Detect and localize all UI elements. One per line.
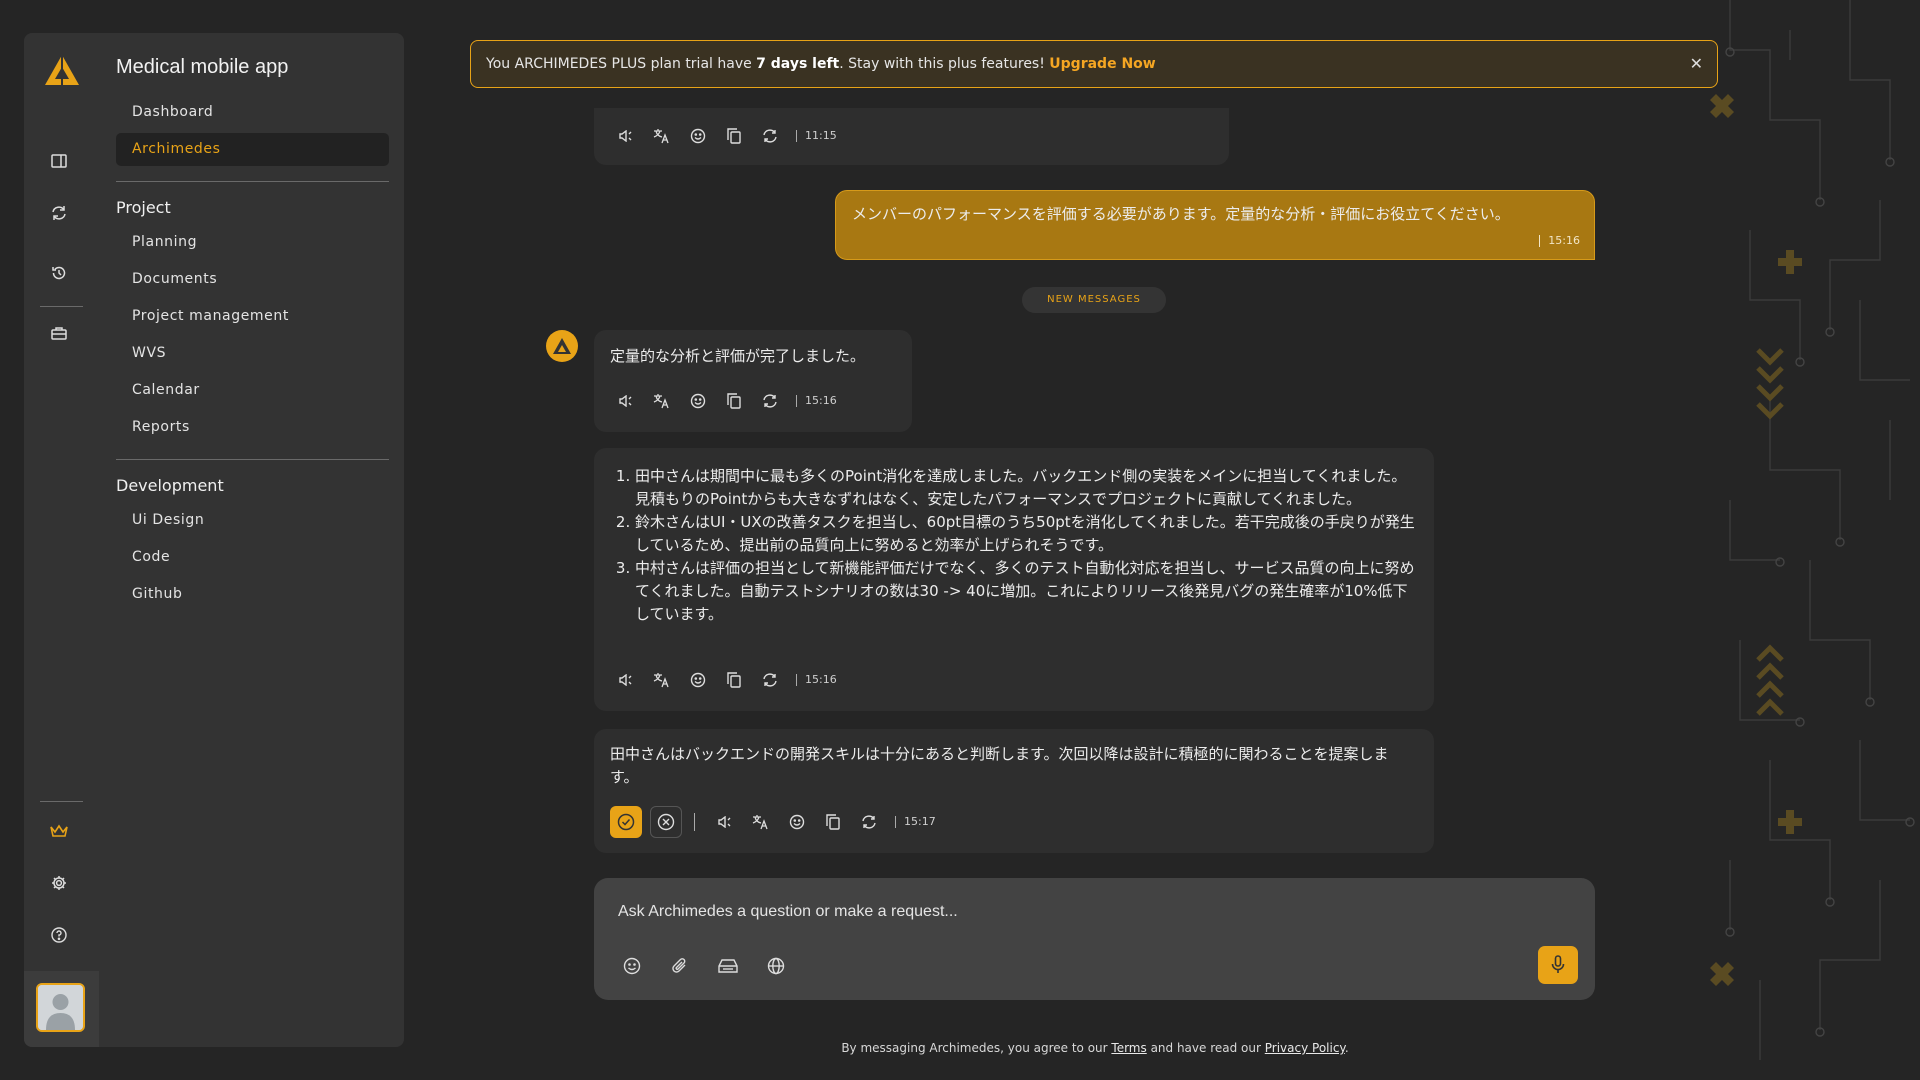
speaker-icon[interactable]	[608, 126, 644, 146]
sidebar-divider	[116, 181, 389, 182]
nav-item-project-management[interactable]: Project management	[116, 300, 389, 333]
microphone-button[interactable]	[1538, 946, 1578, 984]
regenerate-icon[interactable]	[851, 812, 887, 832]
nav-item-calendar[interactable]: Calendar	[116, 374, 389, 407]
upgrade-now-link[interactable]: Upgrade Now	[1049, 56, 1155, 72]
microphone-icon	[1551, 955, 1565, 973]
emoji-reaction-icon[interactable]	[680, 670, 716, 690]
nav-item-github[interactable]: Github	[116, 578, 389, 611]
message-actions: 15:16	[608, 670, 837, 690]
list-item: 田中さんは期間中に最も多くのPoint消化を達成しました。バックエンド側の実装を…	[635, 465, 1415, 511]
bot-message-text: 田中さんはバックエンドの開発スキルは十分にあると判断します。次回以降は設計に積極…	[610, 745, 1389, 786]
speaker-icon[interactable]	[608, 670, 644, 690]
regenerate-icon[interactable]	[752, 391, 788, 411]
nav-item-reports[interactable]: Reports	[116, 411, 389, 444]
evaluation-list: 田中さんは期間中に最も多くのPoint消化を達成しました。バックエンド側の実装を…	[615, 465, 1415, 626]
action-divider	[694, 813, 695, 831]
rail-footer	[24, 971, 99, 1047]
banner-days-left: 7 days left	[756, 56, 840, 72]
message-time: 11:15	[796, 130, 837, 142]
sync-icon[interactable]	[49, 203, 69, 223]
message-actions: 15:16	[608, 391, 837, 411]
emoji-icon[interactable]	[620, 954, 644, 978]
emoji-reaction-icon[interactable]	[680, 126, 716, 146]
nav-item-ui-design[interactable]: Ui Design	[116, 504, 389, 537]
globe-icon[interactable]	[764, 954, 788, 978]
attachment-icon[interactable]	[668, 954, 692, 978]
user-message-text: メンバーのパフォーマンスを評価する必要があります。定量的な分析・評価にお役立てく…	[852, 205, 1510, 223]
speaker-icon[interactable]	[707, 812, 743, 832]
nav-item-documents[interactable]: Documents	[116, 263, 389, 296]
speaker-icon[interactable]	[608, 391, 644, 411]
bot-avatar	[546, 330, 578, 362]
regenerate-icon[interactable]	[752, 670, 788, 690]
bot-message-bubble: 定量的な分析と評価が完了しました。 15:16	[594, 330, 912, 432]
bot-message-text: 定量的な分析と評価が完了しました。	[610, 347, 866, 365]
section-title-development: Development	[116, 476, 224, 495]
translate-icon[interactable]	[644, 126, 680, 146]
user-message-bubble: メンバーのパフォーマンスを評価する必要があります。定量的な分析・評価にお役立てく…	[835, 190, 1595, 260]
footer-prefix: By messaging Archimedes, you agree to ou…	[841, 1041, 1112, 1055]
banner-suffix: . Stay with this plus features!	[839, 56, 1050, 72]
history-icon[interactable]	[49, 263, 69, 283]
regenerate-icon[interactable]	[752, 126, 788, 146]
nav-item-dashboard[interactable]: Dashboard	[116, 96, 389, 129]
footer-middle: and have read our	[1146, 1041, 1265, 1055]
nav-item-code[interactable]: Code	[116, 541, 389, 574]
message-input[interactable]	[618, 898, 1518, 926]
emoji-reaction-icon[interactable]	[680, 391, 716, 411]
nav-item-archimedes[interactable]: Archimedes	[116, 133, 389, 166]
copy-icon[interactable]	[716, 126, 752, 146]
emoji-reaction-icon[interactable]	[779, 812, 815, 832]
archimedes-logo-icon[interactable]	[43, 53, 81, 87]
close-icon[interactable]: ✕	[1690, 41, 1703, 87]
settings-gear-icon[interactable]	[49, 873, 69, 893]
avatar[interactable]	[36, 983, 85, 1032]
message-time: 15:16	[1539, 235, 1580, 247]
banner-prefix: You ARCHIMEDES PLUS plan trial have	[486, 56, 757, 72]
storage-icon[interactable]	[716, 954, 740, 978]
project-sidebar: Medical mobile app Dashboard Archimedes …	[99, 33, 404, 1047]
nav-item-wvs[interactable]: WVS	[116, 337, 389, 370]
copy-icon[interactable]	[716, 670, 752, 690]
sidebar-divider	[116, 459, 389, 460]
trial-banner: You ARCHIMEDES PLUS plan trial have 7 da…	[470, 40, 1718, 88]
translate-icon[interactable]	[644, 391, 680, 411]
terms-link[interactable]: Terms	[1111, 1041, 1146, 1055]
message-actions: 15:17	[610, 806, 936, 838]
crown-icon[interactable]	[49, 821, 69, 841]
translate-icon[interactable]	[644, 670, 680, 690]
translate-icon[interactable]	[743, 812, 779, 832]
copy-icon[interactable]	[716, 391, 752, 411]
message-time: 15:16	[796, 395, 837, 407]
icon-rail	[24, 33, 99, 1047]
bot-message-bubble: 田中さんはバックエンドの開発スキルは十分にあると判断します。次回以降は設計に積極…	[594, 729, 1434, 853]
message-composer	[594, 878, 1595, 1000]
board-icon[interactable]	[49, 151, 69, 171]
accept-button[interactable]	[610, 806, 642, 838]
list-item: 鈴木さんはUI・UXの改善タスクを担当し、60pt目標のうち50ptを消化してく…	[635, 511, 1415, 557]
message-actions: 11:15	[608, 126, 837, 146]
project-title: Medical mobile app	[116, 56, 289, 78]
bot-message-bubble: 11:15	[594, 108, 1229, 165]
message-time: 15:17	[895, 816, 936, 828]
toolbox-icon[interactable]	[49, 323, 69, 343]
footer-suffix: .	[1344, 1041, 1349, 1055]
section-title-project: Project	[116, 198, 171, 217]
new-messages-divider: NEW MESSAGES	[1022, 287, 1166, 313]
rail-divider	[40, 306, 83, 307]
legal-footer: By messaging Archimedes, you agree to ou…	[0, 1041, 1920, 1055]
help-icon[interactable]	[49, 925, 69, 945]
message-time: 15:16	[796, 674, 837, 686]
privacy-policy-link[interactable]: Privacy Policy	[1265, 1041, 1345, 1055]
rail-divider	[40, 801, 83, 802]
list-item: 中村さんは評価の担当として新機能評価だけでなく、多くのテスト自動化対応を担当し、…	[635, 557, 1415, 626]
circuit-decoration	[1710, 0, 1915, 1060]
copy-icon[interactable]	[815, 812, 851, 832]
reject-button[interactable]	[650, 806, 682, 838]
nav-item-planning[interactable]: Planning	[116, 226, 389, 259]
